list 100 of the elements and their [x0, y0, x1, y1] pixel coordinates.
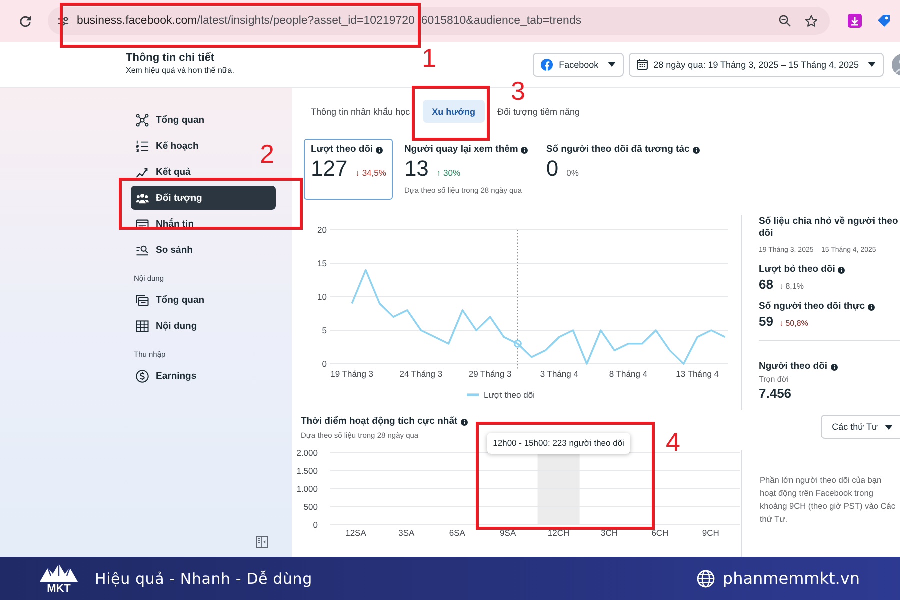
- url-text: business.facebook.com/latest/insights/people?asset_id=10219720: [77, 15, 415, 27]
- axis-label: 0: [313, 520, 318, 530]
- people-icon: [136, 192, 149, 204]
- stat-value: 68: [759, 276, 774, 293]
- search-list-icon: [136, 244, 149, 256]
- table-icon: [136, 320, 149, 332]
- tab[interactable]: Thông tin nhân khẩu học: [302, 100, 420, 123]
- axis-label: 19 Tháng 3: [330, 369, 374, 379]
- sidebar-item[interactable]: Nhắn tin: [131, 212, 199, 236]
- sidebar-item[interactable]: Kế hoạch: [131, 134, 204, 158]
- metric-label: Người quay lại xem thêm: [404, 144, 518, 156]
- axis-label: 6CH: [652, 528, 669, 538]
- axis-label: 15: [318, 258, 327, 268]
- metric-value: 13: [404, 156, 429, 181]
- address-field[interactable]: business.facebook.com/latest/insights/people?asset_id=10219720 6015810&audience_tab=trends: [48, 7, 830, 35]
- axis-label: 1.000: [296, 484, 318, 494]
- axis-label: 9CH: [702, 528, 720, 538]
- stat-label: Số người theo dõi thực: [759, 301, 866, 313]
- info-icon[interactable]: [830, 364, 838, 370]
- info-icon[interactable]: [692, 146, 700, 154]
- dollar-icon: [136, 370, 149, 382]
- metric-change: ↓ 34,5%: [356, 168, 386, 178]
- platform-dropdown[interactable]: Facebook: [533, 52, 624, 76]
- axis-label: 20: [318, 225, 327, 235]
- sidebar-item[interactable]: Earnings: [131, 364, 202, 388]
- slogan-text: Hiệu quả - Nhanh - Dễ dùng: [95, 570, 312, 588]
- sliders-icon[interactable]: [58, 16, 69, 26]
- section-title: Thời điểm hoạt động tích cực nhất: [301, 416, 458, 428]
- day-dropdown[interactable]: Các thứ Tư: [821, 415, 900, 439]
- caret-icon: [608, 62, 616, 67]
- stat-label: Người theo dõi: [759, 361, 828, 373]
- axis-label: 6SA: [449, 528, 466, 538]
- axis-label: 1.500: [296, 466, 318, 476]
- info-icon[interactable]: [460, 418, 468, 426]
- network-icon: [136, 114, 149, 126]
- info-icon[interactable]: [868, 304, 876, 310]
- panel-toggle-icon[interactable]: [256, 536, 268, 548]
- tab[interactable]: Xu hướng: [423, 100, 484, 123]
- axis-label: 3SA: [398, 528, 415, 538]
- stacked-pages-icon: [136, 294, 149, 306]
- legend-label: Lượt theo dõi: [484, 390, 535, 400]
- metric-tab[interactable]: Lượt theo dõi 127 ↓ 34,5%: [304, 139, 394, 200]
- page-subtitle: Xem hiệu quả và hơn thế nữa.: [126, 65, 234, 76]
- numbered-list-icon: [136, 140, 149, 152]
- logo-icon: [541, 58, 554, 70]
- axis-label: 3 Tháng 4: [540, 369, 578, 379]
- axis-label: 12SA: [346, 528, 366, 538]
- globe-icon: [696, 570, 715, 588]
- stat-value: 7.456: [759, 385, 793, 402]
- tag-icon[interactable]: [877, 14, 891, 28]
- metric-value: 127: [311, 156, 348, 181]
- sidebar-item[interactable]: Đối tượng: [131, 186, 276, 210]
- info-icon[interactable]: [838, 266, 846, 274]
- website-text: phanmemmkt.vn: [722, 569, 860, 588]
- sidebar-item[interactable]: Kết quả: [131, 160, 196, 184]
- axis-label: 24 Tháng 3: [400, 369, 443, 379]
- caret-icon: [868, 62, 876, 67]
- stat-value: 59: [759, 313, 774, 330]
- metric-change: ↑ 30%: [436, 168, 461, 178]
- metric-label: Lượt theo dõi: [311, 144, 374, 156]
- sidebar-item[interactable]: Tổng quan: [131, 108, 210, 132]
- info-icon[interactable]: [521, 146, 528, 154]
- axis-label: 0: [322, 359, 327, 369]
- calendar-icon: [636, 59, 648, 70]
- info-icon[interactable]: [376, 146, 384, 154]
- chart-tooltip: 12h00 - 15h00: 223 người theo dõi: [487, 433, 630, 454]
- metric-tab[interactable]: Số người theo dõi đã tương tác 0 0%: [539, 139, 707, 200]
- axis-label: 12CH: [548, 528, 570, 538]
- metric-value: 0: [546, 156, 559, 181]
- axis-label: 10: [318, 292, 327, 302]
- annotation-number: 2: [260, 141, 274, 167]
- axis-label: 2.000: [296, 448, 318, 458]
- reload-icon[interactable]: [19, 14, 32, 28]
- mountain-logo-icon: [39, 562, 79, 582]
- logo-text: MKT: [47, 584, 71, 594]
- date-range-dropdown[interactable]: 28 ngày qua: 19 Tháng 3, 2025 – 15 Tháng 4, 2025: [628, 52, 884, 76]
- download-icon[interactable]: [848, 14, 862, 28]
- stat-change: ↓ 8,1%: [779, 282, 804, 291]
- stat-label: Lượt bỏ theo dõi: [759, 264, 836, 276]
- period-text: Trọn đời: [759, 374, 790, 385]
- summary-text: Phần lớn người theo dõi của bạn hoạt động trên Facebook trong khoảng 9CH (theo giờ PST) vào Các thứ Tư.: [760, 474, 896, 526]
- axis-label: 9SA: [500, 528, 516, 538]
- sidebar-item[interactable]: So sánh: [131, 238, 198, 262]
- zoom-out-icon[interactable]: [779, 15, 791, 27]
- section-title: Số liệu chia nhỏ về người theo dõi: [759, 216, 900, 240]
- sidebar-item[interactable]: Nội dung: [131, 314, 202, 338]
- stat-change: ↓ 50,8%: [779, 319, 808, 328]
- avatar-icon[interactable]: [892, 54, 900, 76]
- metric-change: 0%: [566, 168, 579, 178]
- sidebar-item[interactable]: Tổng quan: [131, 288, 210, 312]
- line-chart-icon: [136, 166, 149, 178]
- page-title: Thông tin chi tiết: [126, 51, 216, 65]
- axis-label: 5: [322, 326, 327, 336]
- star-icon[interactable]: [805, 14, 818, 28]
- axis-label: 3CH: [601, 528, 618, 538]
- axis-label: 500: [304, 502, 318, 512]
- axis-label: 8 Tháng 4: [609, 369, 648, 379]
- annotation-number: 4: [666, 429, 680, 455]
- axis-label: 13 Tháng 4: [676, 369, 720, 379]
- annotation-number: 1: [422, 45, 436, 71]
